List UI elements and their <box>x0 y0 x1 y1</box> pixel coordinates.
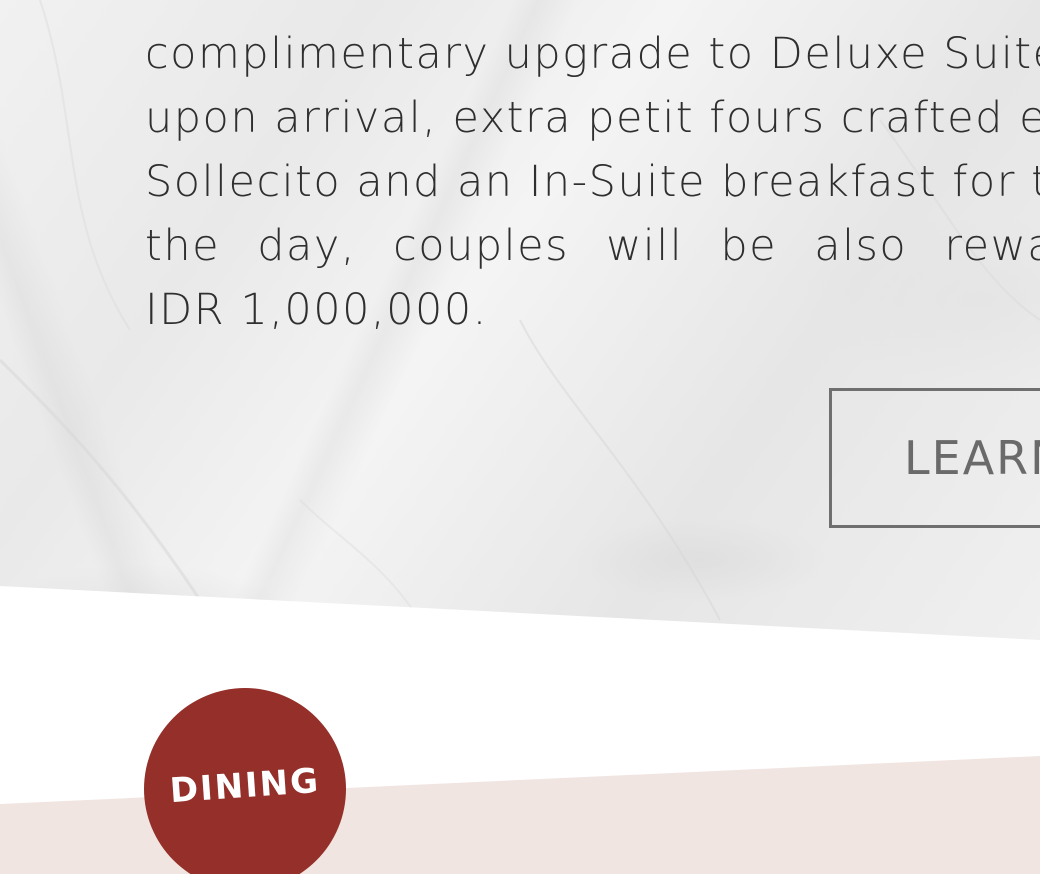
promo-line: upon arrival, extra petit fours crafted … <box>145 93 1040 143</box>
dining-badge[interactable]: DINING <box>144 688 346 874</box>
promo-line: IDR 1,000,000. <box>145 285 488 335</box>
learn-more-button[interactable]: LEARN <box>829 388 1040 528</box>
promo-line: the day, couples will be also reward <box>145 221 1040 271</box>
promo-line: Sollecito and an In-Suite breakfast for … <box>145 157 1040 207</box>
promo-line <box>145 0 1040 22</box>
promo-paragraph: complimentary upgrade to Deluxe Suite, u… <box>145 0 1040 342</box>
promo-line: complimentary upgrade to Deluxe Suite, <box>145 29 1040 79</box>
dining-badge-label: DINING <box>168 760 322 812</box>
page: complimentary upgrade to Deluxe Suite, u… <box>0 0 1040 874</box>
